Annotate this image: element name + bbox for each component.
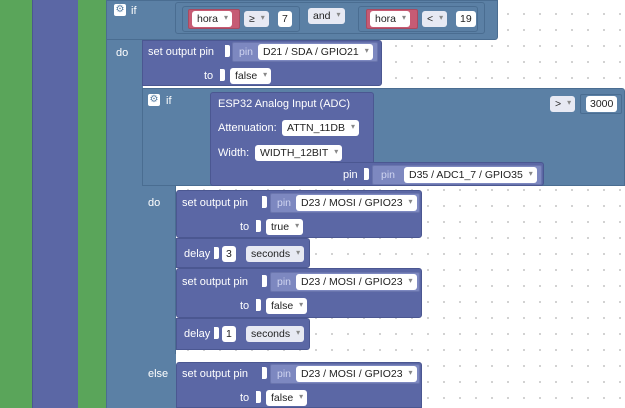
- pin-dropdown-d23[interactable]: D23 / MOSI / GPIO23: [296, 274, 417, 290]
- to-label: to: [240, 221, 250, 233]
- logic-dropdown-and[interactable]: and: [308, 8, 345, 24]
- operator-dropdown-lt[interactable]: <: [422, 11, 448, 27]
- to-label: to: [204, 70, 214, 82]
- input-notch: [256, 391, 261, 403]
- input-notch: [262, 196, 267, 208]
- delay-unit-dropdown[interactable]: seconds: [246, 246, 305, 262]
- if-keyword-inner: if: [166, 95, 172, 107]
- delay-label: delay: [184, 248, 211, 260]
- pin-dropdown-d21[interactable]: D21 / SDA / GPIO21: [258, 44, 373, 60]
- delay-amount-input[interactable]: 3: [222, 246, 236, 262]
- input-notch: [256, 299, 261, 311]
- attenuation-dropdown[interactable]: ATTN_11DB: [282, 120, 359, 136]
- gear-icon[interactable]: ⚙: [148, 94, 160, 106]
- set-output-pin-label: set output pin: [182, 197, 249, 209]
- number-input-left[interactable]: 7: [278, 11, 292, 27]
- input-notch: [262, 367, 267, 379]
- variable-dropdown-hora-right[interactable]: hora: [370, 11, 411, 27]
- pin-dropdown-d23[interactable]: D23 / MOSI / GPIO23: [296, 195, 417, 211]
- to-label: to: [240, 300, 250, 312]
- pin-label: pin: [277, 368, 292, 380]
- operator-dropdown-gte[interactable]: ≥: [244, 11, 269, 27]
- input-notch: [262, 275, 267, 287]
- left-strip-green-2: [78, 0, 106, 408]
- do-keyword-main: do: [116, 47, 129, 59]
- value-dropdown-false-else[interactable]: false: [266, 390, 308, 406]
- if-keyword: if: [131, 5, 137, 17]
- input-notch: [220, 69, 225, 81]
- left-strip-blue-1: [32, 0, 80, 408]
- adc-pin-label: pin: [343, 169, 358, 181]
- gear-icon[interactable]: ⚙: [114, 4, 126, 16]
- delay-unit-dropdown[interactable]: seconds: [246, 326, 305, 342]
- number-input-right[interactable]: 19: [456, 11, 476, 27]
- set-output-pin-label: set output pin: [182, 276, 249, 288]
- left-strip-blue-2: [106, 0, 143, 408]
- else-keyword: else: [148, 368, 169, 380]
- input-notch: [364, 168, 369, 180]
- value-dropdown-true[interactable]: true: [266, 219, 304, 235]
- pin-label: pin: [381, 169, 396, 181]
- delay-label: delay: [184, 328, 211, 340]
- set-output-pin-label: set output pin: [182, 368, 249, 380]
- adc-title: ESP32 Analog Input (ADC): [218, 98, 351, 110]
- pin-label: pin: [277, 197, 292, 209]
- width-dropdown[interactable]: WIDTH_12BIT: [255, 145, 343, 161]
- input-notch: [225, 45, 230, 57]
- pin-label: pin: [239, 46, 254, 58]
- pin-dropdown-d35[interactable]: D35 / ADC1_7 / GPIO35: [404, 167, 537, 183]
- operator-dropdown-gt[interactable]: >: [550, 96, 576, 112]
- input-notch: [214, 247, 219, 259]
- set-output-pin-label: set output pin: [148, 46, 215, 58]
- input-notch: [214, 327, 219, 339]
- delay-amount-input[interactable]: 1: [222, 326, 236, 342]
- pin-dropdown-d23[interactable]: D23 / MOSI / GPIO23: [296, 366, 417, 382]
- attenuation-label: Attenuation:: [218, 122, 277, 134]
- do-keyword-inner: do: [148, 197, 161, 209]
- variable-dropdown-hora-left[interactable]: hora: [192, 11, 233, 27]
- to-label: to: [240, 392, 250, 404]
- value-dropdown-false-2[interactable]: false: [266, 298, 308, 314]
- pin-label: pin: [277, 276, 292, 288]
- input-notch: [256, 220, 261, 232]
- left-strip-green-1: [0, 0, 32, 408]
- else-bar: [142, 354, 176, 408]
- value-dropdown-false-1[interactable]: false: [230, 68, 272, 84]
- width-label: Width:: [218, 147, 250, 159]
- number-input-3000[interactable]: 3000: [586, 96, 618, 112]
